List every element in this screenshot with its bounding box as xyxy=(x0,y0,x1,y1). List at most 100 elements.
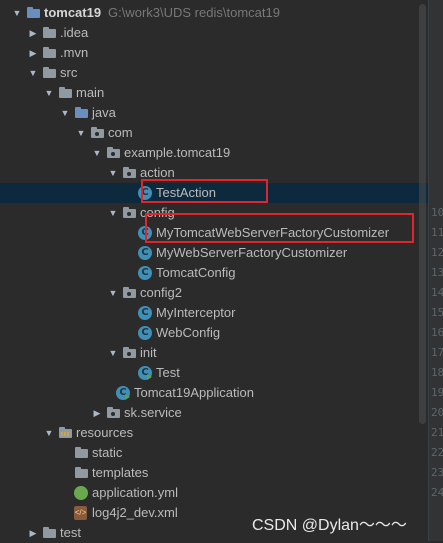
project-path: G:\work3\UDS redis\tomcat19 xyxy=(108,5,280,20)
package-icon xyxy=(122,286,138,300)
chevron-down-icon[interactable]: ▼ xyxy=(27,63,39,83)
chevron-down-icon[interactable]: ▼ xyxy=(75,123,87,143)
tree-item-myinterceptor[interactable]: C MyInterceptor xyxy=(0,303,428,323)
package-icon xyxy=(106,146,122,160)
spring-app-class-icon: C xyxy=(116,386,130,400)
tree-item-label: main xyxy=(76,85,105,100)
tree-item-label: MyInterceptor xyxy=(156,305,236,320)
folder-icon xyxy=(58,86,74,100)
tree-item-init[interactable]: ▼ init xyxy=(0,343,428,363)
spring-config-file-icon xyxy=(74,486,88,500)
tree-item-label: test xyxy=(60,525,81,540)
tree-item-idea[interactable]: ▶ .idea xyxy=(0,23,428,43)
chevron-down-icon[interactable]: ▼ xyxy=(107,163,119,183)
tree-item-mvn[interactable]: ▶ .mvn xyxy=(0,43,428,63)
folder-icon xyxy=(42,26,58,40)
tree-item-label: src xyxy=(60,65,78,80)
chevron-right-icon[interactable]: ▶ xyxy=(27,43,39,63)
tree-item-static[interactable]: static xyxy=(0,443,428,463)
chevron-down-icon[interactable]: ▼ xyxy=(107,283,119,303)
tree-item-label: .mvn xyxy=(60,45,89,60)
line-number: 18 xyxy=(431,366,443,379)
tree-item-com[interactable]: ▼ com xyxy=(0,123,428,143)
line-number xyxy=(431,103,443,123)
tree-item-test[interactable]: C Test xyxy=(0,363,428,383)
chevron-down-icon[interactable]: ▼ xyxy=(11,3,23,23)
line-number: 13 xyxy=(431,266,443,279)
tree-item-config2[interactable]: ▼ config2 xyxy=(0,283,428,303)
tree-item-label: tomcat19 xyxy=(44,5,102,20)
tree-item-application-yml[interactable]: application.yml xyxy=(0,483,428,503)
tree-item-label: WebConfig xyxy=(156,325,221,340)
chevron-right-icon[interactable]: ▶ xyxy=(27,23,39,43)
highlight-box-testaction xyxy=(141,179,268,203)
folder-icon xyxy=(74,466,90,480)
tree-item-label: config2 xyxy=(140,285,182,300)
line-number xyxy=(431,143,443,163)
line-number: 15 xyxy=(431,306,443,319)
line-number xyxy=(431,43,443,63)
runnable-class-icon: C xyxy=(138,366,152,380)
line-number: 23 xyxy=(431,466,443,479)
tree-item-tomcat19application[interactable]: C Tomcat19Application xyxy=(0,383,428,403)
class-icon: C xyxy=(138,306,152,320)
tree-item-label: example.tomcat19 xyxy=(124,145,231,160)
line-number: 22 xyxy=(431,446,443,459)
class-icon: C xyxy=(138,246,152,260)
folder-icon xyxy=(42,46,58,60)
line-number xyxy=(431,183,443,203)
line-number: 24 xyxy=(431,486,443,499)
tree-item-main[interactable]: ▼ main xyxy=(0,83,428,103)
tree-item-templates[interactable]: templates xyxy=(0,463,428,483)
line-number: 11 xyxy=(431,226,443,239)
line-number: 10 xyxy=(431,206,443,219)
line-number xyxy=(431,163,443,183)
tree-item-src[interactable]: ▼ src xyxy=(0,63,428,83)
chevron-right-icon[interactable]: ▶ xyxy=(91,403,103,423)
tree-item-label: resources xyxy=(76,425,134,440)
tree-item-label: sk.service xyxy=(124,405,182,420)
line-number xyxy=(431,83,443,103)
package-icon xyxy=(122,206,138,220)
tree-item-label: com xyxy=(108,125,133,140)
chevron-down-icon[interactable]: ▼ xyxy=(91,143,103,163)
package-icon xyxy=(90,126,106,140)
xml-file-icon: </> xyxy=(74,506,87,520)
tree-item-mywebserverfactorycustomizer[interactable]: C MyWebServerFactoryCustomizer xyxy=(0,243,428,263)
chevron-down-icon[interactable]: ▼ xyxy=(43,83,55,103)
line-number: 20 xyxy=(431,406,443,419)
tree-item-webconfig[interactable]: C WebConfig xyxy=(0,323,428,343)
tree-item-label: init xyxy=(140,345,157,360)
package-icon xyxy=(106,406,122,420)
chevron-down-icon[interactable]: ▼ xyxy=(59,103,71,123)
line-number: 19 xyxy=(431,386,443,399)
tree-item-sk-service[interactable]: ▶ sk.service xyxy=(0,403,428,423)
highlight-box-mytomcat-customizer xyxy=(145,213,414,243)
tree-item-label: Tomcat19Application xyxy=(134,385,254,400)
tree-item-tomcatconfig[interactable]: C TomcatConfig xyxy=(0,263,428,283)
line-number-gutter: 10 11 12 13 14 15 16 17 18 19 20 21 22 23 24 xyxy=(428,0,443,541)
line-number: 12 xyxy=(431,246,443,259)
chevron-down-icon[interactable]: ▼ xyxy=(43,423,55,443)
line-number xyxy=(431,63,443,83)
line-number xyxy=(431,123,443,143)
project-tree[interactable]: ▼ tomcat19 G:\work3\UDS redis\tomcat19 ▶ .id… xyxy=(0,0,443,541)
scrollbar-thumb[interactable] xyxy=(419,4,426,424)
tree-item-label: MyWebServerFactoryCustomizer xyxy=(156,245,348,260)
watermark: CSDN @Dylan～～～ xyxy=(252,517,407,534)
tree-item-java[interactable]: ▼ java xyxy=(0,103,428,123)
tree-item-example-tomcat19[interactable]: ▼ example.tomcat19 xyxy=(0,143,428,163)
tree-item-label: static xyxy=(92,445,123,460)
line-number: 17 xyxy=(431,346,443,359)
chevron-right-icon[interactable]: ▶ xyxy=(27,523,39,543)
class-icon: C xyxy=(138,266,152,280)
package-icon xyxy=(122,346,138,360)
chevron-down-icon[interactable]: ▼ xyxy=(107,343,119,363)
folder-icon xyxy=(42,526,58,540)
tree-item-label: Test xyxy=(156,365,180,380)
tree-item-tomcat19[interactable]: ▼ tomcat19 G:\work3\UDS redis\tomcat19 xyxy=(0,3,428,23)
line-number: 14 xyxy=(431,286,443,299)
tree-item-label: templates xyxy=(92,465,149,480)
tree-item-resources[interactable]: ▼ resources xyxy=(0,423,428,443)
chevron-down-icon[interactable]: ▼ xyxy=(107,203,119,223)
